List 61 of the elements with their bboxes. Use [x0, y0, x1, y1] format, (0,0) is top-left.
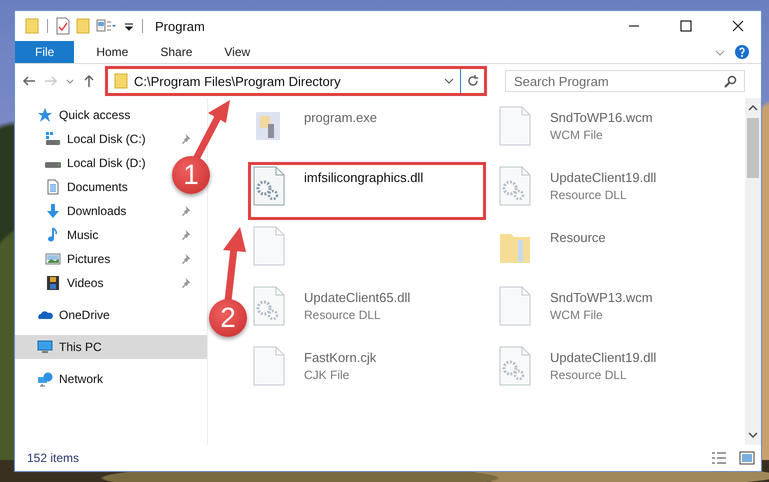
sidebar-item[interactable]: Network: [15, 367, 110, 391]
film-icon: [45, 275, 61, 291]
file-name[interactable]: SndToWP13.wcm: [550, 290, 653, 305]
document-icon: [45, 179, 61, 195]
item-count: 152 items: [27, 451, 80, 465]
download-icon: [45, 203, 61, 219]
file-type: Resource DLL: [550, 188, 628, 202]
maximize-icon[interactable]: [680, 20, 692, 32]
file-name[interactable]: UpdateClient19.dll: [550, 350, 656, 365]
sidebar-item[interactable]: This PC: [15, 335, 207, 359]
scroll-up-icon[interactable]: [748, 103, 758, 113]
file-name[interactable]: SndToWP16.wcm: [550, 110, 653, 125]
pin-icon[interactable]: [181, 133, 193, 145]
file-name[interactable]: Resource: [550, 230, 606, 245]
drive-icon: [45, 131, 61, 147]
folder-icon: [114, 73, 128, 89]
refresh-icon[interactable]: [466, 74, 480, 88]
file-type: CJK File: [304, 368, 350, 382]
pin-icon[interactable]: [181, 205, 193, 217]
sidebar-item[interactable]: Documents: [15, 175, 134, 199]
details-view-icon[interactable]: [711, 451, 727, 465]
sidebar-item[interactable]: Pictures: [15, 247, 207, 271]
ribbon-tab[interactable]: View: [208, 41, 266, 63]
sidebar-item[interactable]: Downloads: [15, 199, 207, 223]
address-bar[interactable]: C:\Program Files\Program Directory: [107, 68, 485, 94]
properties-icon[interactable]: [56, 17, 70, 35]
file-type: Resource DLL: [304, 308, 382, 322]
close-icon[interactable]: [732, 20, 744, 32]
file-type: Resource DLL: [550, 368, 628, 382]
window-title: Program: [155, 18, 206, 34]
picture-icon: [45, 251, 61, 267]
scroll-down-icon[interactable]: [748, 430, 758, 440]
ribbon-tab[interactable]: Share: [144, 41, 208, 63]
file-name[interactable]: UpdateClient65.dll: [304, 290, 410, 305]
large-icons-view-icon[interactable]: [739, 451, 755, 465]
help-icon[interactable]: [735, 45, 749, 59]
sidebar-item[interactable]: Music: [15, 223, 207, 247]
ribbon-tab[interactable]: Home: [80, 41, 144, 63]
scrollbar-thumb[interactable]: [747, 118, 759, 178]
drive-icon: [45, 162, 61, 168]
file-type: WCM File: [550, 128, 604, 142]
file-name[interactable]: UpdateClient19.dll: [550, 170, 656, 185]
file-name[interactable]: FastKorn.cjk: [304, 350, 376, 365]
pin-icon[interactable]: [181, 253, 193, 265]
sidebar-item[interactable]: OneDrive: [15, 303, 116, 327]
file-menu-button[interactable]: File: [15, 41, 74, 63]
sidebar-item[interactable]: Videos: [15, 271, 207, 295]
search-icon[interactable]: [724, 75, 737, 88]
pin-icon[interactable]: [181, 229, 193, 241]
network-icon: [37, 371, 53, 387]
search-field[interactable]: Search Program: [505, 70, 745, 92]
file-name[interactable]: program.exe: [304, 110, 377, 125]
sidebar-item[interactable]: Local Disk (C:): [15, 127, 207, 151]
file-type: WCM File: [550, 308, 604, 322]
star-icon: [37, 107, 53, 123]
monitor-icon: [37, 339, 53, 355]
sidebar-item[interactable]: Quick access: [15, 103, 136, 127]
pin-icon[interactable]: [181, 277, 193, 289]
expand-ribbon-icon[interactable]: [715, 48, 725, 58]
file-name[interactable]: imfsilicongraphics.dll: [304, 170, 424, 185]
sidebar-item[interactable]: Local Disk (D:): [15, 151, 152, 175]
